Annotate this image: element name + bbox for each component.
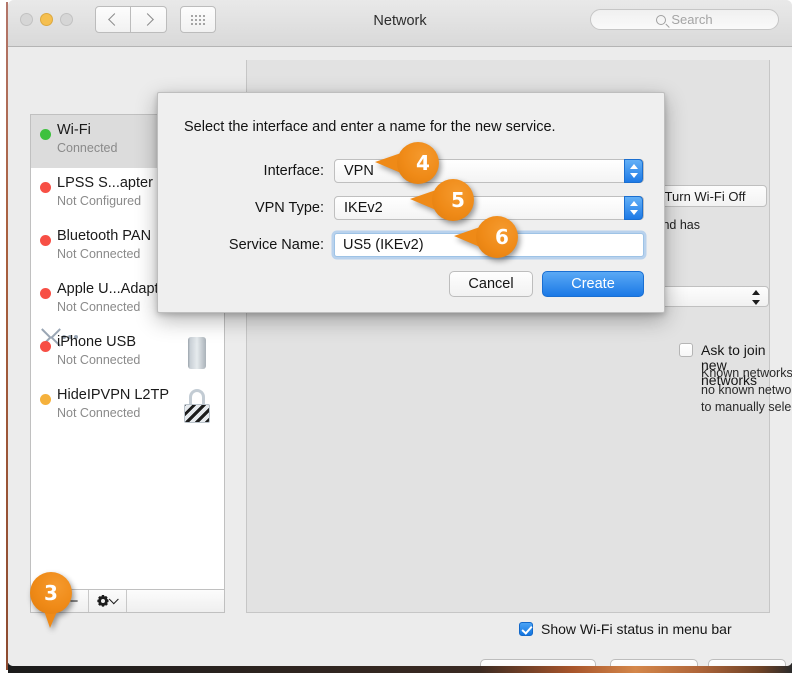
status-dot-icon — [40, 129, 51, 140]
status-dot-icon — [40, 235, 51, 246]
lock-icon — [184, 389, 210, 423]
vpn-type-label: VPN Type: — [254, 200, 324, 216]
vpn-type-stepper[interactable] — [624, 196, 643, 220]
toolbar-filler — [127, 590, 224, 612]
list-item[interactable]: HideIPVPN L2TP Not Connected — [31, 380, 224, 433]
show-wifi-status-label: Show Wi-Fi status in menu bar — [541, 621, 732, 637]
list-item[interactable]: iPhone USB Not Connected — [31, 327, 224, 380]
callout-pin-5: 5 — [410, 179, 474, 221]
service-actions-button[interactable] — [89, 590, 127, 612]
window-bottom-edge — [8, 665, 792, 673]
apply-button[interactable]: Apply — [708, 659, 786, 666]
status-dot-icon — [40, 394, 51, 405]
chevron-down-icon — [108, 593, 119, 604]
interface-label: Interface: — [263, 163, 324, 179]
lock-icon-wrap — [182, 387, 218, 425]
status-dot-icon — [40, 341, 51, 352]
checkbox-box-checked — [519, 622, 533, 636]
network-name-popup[interactable] — [647, 286, 769, 307]
checkbox-box — [679, 343, 693, 357]
network-preferences-window: Network Search Turn Wi-Fi Off C and has … — [8, 0, 792, 666]
interface-value: VPN — [344, 163, 374, 179]
service-name-value: US5 (IKEv2) — [343, 237, 424, 253]
service-name-label: Service Name: — [228, 237, 324, 253]
callout-pin-6: 6 — [454, 216, 518, 258]
callout-pin-4: 4 — [375, 142, 439, 184]
iphone-icon-wrap — [182, 334, 218, 372]
gear-icon — [97, 595, 109, 607]
interface-stepper[interactable] — [624, 159, 643, 183]
stepper-icon — [752, 290, 761, 305]
status-dot-icon — [40, 182, 51, 193]
revert-button[interactable]: Revert — [610, 659, 698, 666]
window-content: Turn Wi-Fi Off C and has Ask to join new… — [8, 47, 792, 666]
ask-to-join-description: Known networks will be joined automatica… — [701, 366, 792, 414]
show-wifi-status-checkbox[interactable]: Show Wi-Fi status in menu bar — [519, 622, 732, 637]
search-icon — [656, 14, 667, 25]
callout-number: 4 — [416, 151, 430, 175]
dialog-title: Select the interface and enter a name fo… — [184, 119, 556, 135]
search-placeholder: Search — [671, 12, 713, 27]
service-name-row: Service Name: US5 (IKEv2) — [158, 233, 664, 259]
callout-number: 5 — [451, 188, 465, 212]
callout-pin-3: 3 — [30, 572, 72, 628]
title-bar: Network Search — [8, 0, 792, 47]
callout-number: 6 — [495, 225, 509, 249]
status-dot-icon — [40, 288, 51, 299]
create-button[interactable]: Create — [542, 271, 644, 297]
search-input[interactable]: Search — [590, 9, 779, 30]
iphone-icon — [188, 337, 206, 369]
vpn-type-value: IKEv2 — [344, 200, 383, 216]
assist-me-button[interactable]: Assist Me... — [480, 659, 596, 666]
callout-number: 3 — [44, 581, 58, 605]
cancel-button[interactable]: Cancel — [449, 271, 533, 297]
